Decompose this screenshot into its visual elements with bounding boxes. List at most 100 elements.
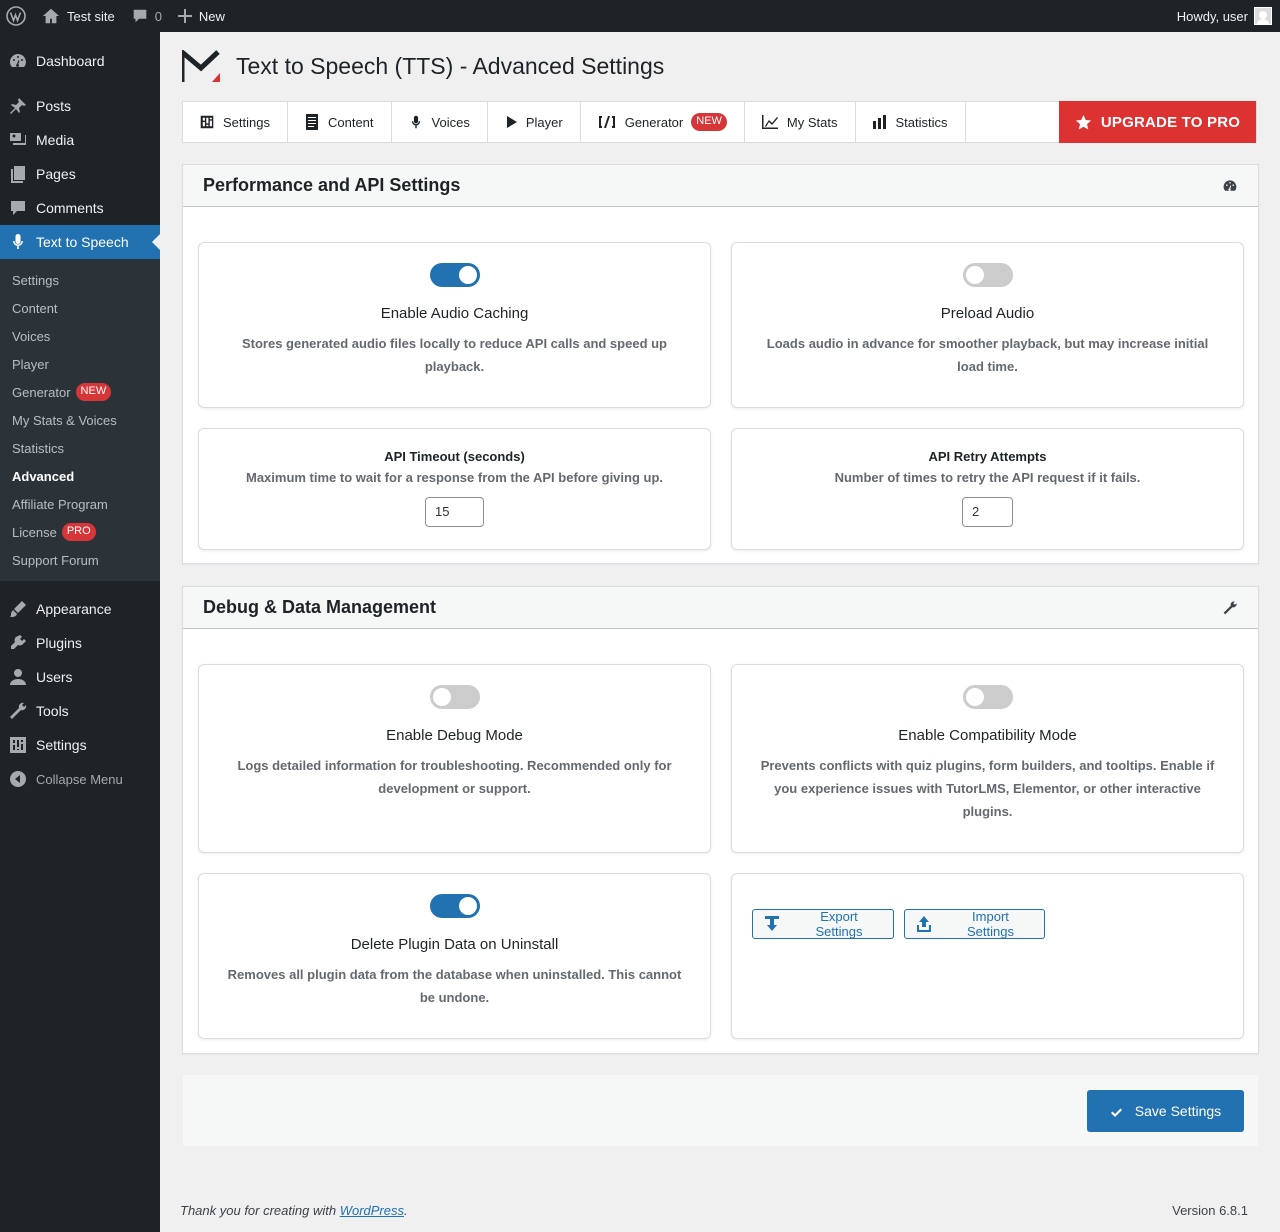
tab-voices[interactable]: Voices — [392, 102, 488, 142]
microphone-icon — [8, 232, 28, 252]
tab-generator[interactable]: Generator NEW — [581, 102, 745, 142]
audio-caching-toggle[interactable] — [429, 263, 480, 287]
submenu-player-label: Player — [12, 356, 49, 372]
settings-tabs: Settings Content Voices Player Generator… — [182, 101, 1257, 143]
menu-appearance[interactable]: Appearance — [0, 592, 160, 626]
tab-my-stats[interactable]: My Stats — [745, 102, 856, 142]
new-badge: NEW — [75, 383, 112, 401]
settings-icon — [8, 735, 28, 755]
admin-bar: Test site 0 New Howdy, user — [0, 0, 1280, 32]
menu-posts[interactable]: Posts — [0, 89, 160, 123]
save-settings-label: Save Settings — [1134, 1103, 1222, 1119]
tts-submenu: Settings Content Voices Player Generator… — [0, 259, 160, 581]
submenu-support[interactable]: Support Forum — [0, 546, 160, 574]
api-timeout-input[interactable]: 15 — [425, 497, 484, 527]
dashboard-icon — [1223, 179, 1237, 191]
delete-data-toggle[interactable] — [429, 894, 480, 918]
menu-dashboard[interactable]: Dashboard — [0, 44, 160, 78]
submenu-generator[interactable]: Generator NEW — [0, 378, 160, 406]
menu-dashboard-label: Dashboard — [36, 53, 105, 69]
wrench-icon — [1223, 600, 1237, 614]
api-retry-input[interactable]: 2 — [962, 497, 1013, 527]
tab-voices-label: Voices — [431, 114, 470, 130]
plus-icon — [177, 9, 192, 23]
tab-content[interactable]: Content — [288, 102, 392, 142]
new-content-link[interactable]: New — [170, 0, 233, 32]
submenu-affiliate-label: Affiliate Program — [12, 496, 108, 512]
dashboard-icon — [8, 51, 28, 71]
import-settings-button[interactable]: Import Settings — [904, 909, 1045, 939]
menu-pages[interactable]: Pages — [0, 157, 160, 191]
audio-caching-desc: Stores generated audio files locally to … — [241, 336, 668, 374]
delete-data-title: Delete Plugin Data on Uninstall — [350, 936, 559, 953]
save-settings-button[interactable]: Save Settings — [1087, 1090, 1244, 1132]
performance-panel-header: Performance and API Settings — [183, 165, 1258, 207]
debug-mode-card: Enable Debug Mode Logs detailed informat… — [198, 664, 711, 853]
menu-plugins[interactable]: Plugins — [0, 626, 160, 660]
menu-media[interactable]: Media — [0, 123, 160, 157]
admin-sidebar: Dashboard Posts Media Pages Comments Tex… — [0, 32, 160, 1232]
submenu-my-stats[interactable]: My Stats & Voices — [0, 406, 160, 434]
preload-audio-toggle[interactable] — [962, 263, 1013, 287]
import-settings-label: Import Settings — [966, 909, 1014, 939]
preload-audio-desc: Loads audio in advance for smoother play… — [766, 336, 1209, 374]
menu-text-to-speech[interactable]: Text to Speech — [0, 225, 160, 259]
footer-thanks-prefix: Thank you for creating with — [180, 1203, 340, 1218]
chart-bar-icon — [872, 115, 886, 129]
performance-panel: Performance and API Settings Enable Audi… — [182, 164, 1259, 564]
api-timeout-title: API Timeout (seconds) — [384, 449, 525, 464]
pro-badge: PRO — [61, 523, 96, 541]
submenu-content-label: Content — [12, 300, 58, 316]
tab-player[interactable]: Player — [488, 102, 581, 142]
submenu-affiliate[interactable]: Affiliate Program — [0, 490, 160, 518]
howdy-text: Howdy, user — [1176, 8, 1248, 24]
menu-appearance-label: Appearance — [36, 601, 112, 617]
comments-link[interactable]: 0 — [123, 0, 170, 32]
compat-mode-title: Enable Compatibility Mode — [898, 727, 1077, 744]
export-settings-button[interactable]: Export Settings — [752, 909, 894, 939]
site-name-link[interactable]: Test site — [34, 0, 123, 32]
save-bar: Save Settings — [182, 1074, 1259, 1147]
comment-icon — [8, 198, 28, 218]
debug-mode-toggle[interactable] — [429, 685, 480, 709]
menu-plugins-label: Plugins — [36, 635, 82, 651]
submenu-advanced[interactable]: Advanced — [0, 462, 160, 490]
submenu-license[interactable]: License PRO — [0, 518, 160, 546]
wordpress-link[interactable]: WordPress — [340, 1203, 404, 1218]
import-export-card: Export Settings Import Settings — [731, 873, 1244, 1039]
collapse-menu-label: Collapse Menu — [36, 771, 123, 787]
wordpress-logo-icon[interactable] — [0, 0, 34, 32]
tab-settings[interactable]: Settings — [183, 102, 288, 142]
menu-settings[interactable]: Settings — [0, 728, 160, 762]
submenu-license-label: License — [12, 524, 57, 540]
menu-comments[interactable]: Comments — [0, 191, 160, 225]
upgrade-to-pro-button[interactable]: UPGRADE TO PRO — [1059, 101, 1256, 143]
download-icon — [765, 916, 779, 931]
submenu-settings[interactable]: Settings — [0, 266, 160, 294]
site-name: Test site — [67, 8, 115, 24]
brush-icon — [8, 599, 28, 619]
tab-statistics[interactable]: Statistics — [856, 102, 966, 142]
play-icon — [506, 116, 517, 128]
account-menu[interactable]: Howdy, user — [1177, 0, 1272, 32]
debug-panel-header: Debug & Data Management — [183, 587, 1258, 629]
menu-tools-label: Tools — [36, 703, 69, 719]
delete-data-desc: Removes all plugin data from the databas… — [227, 967, 682, 1005]
submenu-generator-label: Generator — [12, 384, 71, 400]
submenu-player[interactable]: Player — [0, 350, 160, 378]
tab-player-label: Player — [525, 114, 563, 130]
comment-icon — [133, 9, 146, 23]
menu-settings-label: Settings — [36, 737, 87, 753]
menu-users[interactable]: Users — [0, 660, 160, 694]
submenu-content[interactable]: Content — [0, 294, 160, 322]
debug-mode-desc: Logs detailed information for troublesho… — [237, 758, 672, 796]
submenu-voices[interactable]: Voices — [0, 322, 160, 350]
submenu-voices-label: Voices — [12, 328, 51, 344]
menu-text-to-speech-label: Text to Speech — [36, 234, 129, 250]
submenu-statistics[interactable]: Statistics — [0, 434, 160, 462]
collapse-menu-button[interactable]: Collapse Menu — [0, 762, 160, 796]
wrench-icon — [8, 701, 28, 721]
menu-tools[interactable]: Tools — [0, 694, 160, 728]
plugin-logo-icon — [182, 50, 220, 82]
compat-mode-toggle[interactable] — [962, 685, 1013, 709]
